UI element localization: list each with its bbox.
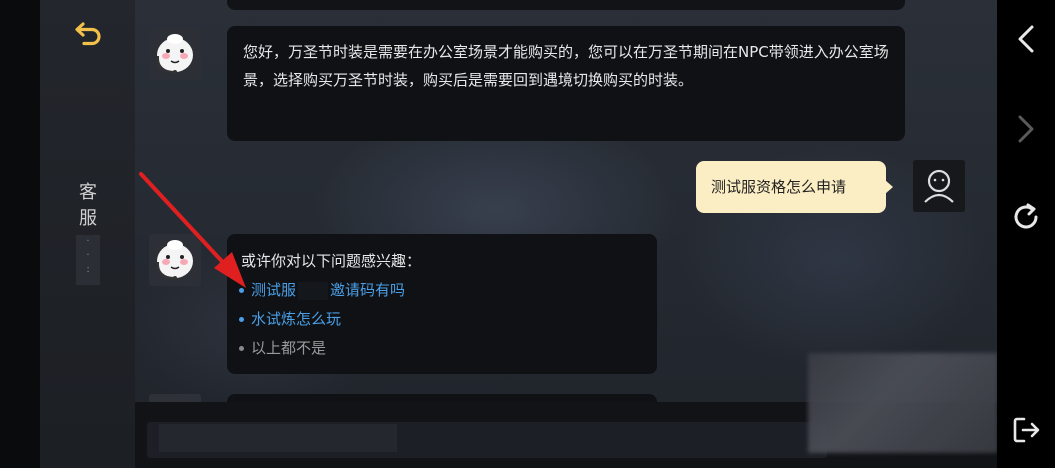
exit-button[interactable] bbox=[1009, 413, 1043, 447]
browser-nav-bar bbox=[997, 0, 1055, 468]
sidebar: 客服 · ·: bbox=[40, 0, 135, 468]
customer-service-label: 客服 bbox=[79, 182, 97, 229]
blurred-overlay bbox=[808, 353, 998, 453]
input-placeholder-block bbox=[159, 424, 397, 452]
suggestion-intro: 或许你对以下问题感兴趣： bbox=[241, 252, 422, 270]
return-arrow-icon bbox=[75, 22, 101, 46]
bullet-icon bbox=[239, 317, 244, 322]
back-button[interactable] bbox=[72, 18, 106, 50]
user-avatar bbox=[913, 160, 965, 212]
suggestion-none[interactable]: 以上都不是 bbox=[251, 334, 326, 363]
service-mascot-icon bbox=[149, 28, 201, 80]
nav-forward-button[interactable] bbox=[1009, 112, 1043, 146]
agent-avatar bbox=[149, 234, 201, 286]
suggestion-link-2[interactable]: 水试炼怎么玩 bbox=[251, 305, 341, 334]
user-message-text: 测试服资格怎么申请 bbox=[711, 178, 847, 196]
suggestion-item[interactable]: 以上都不是 bbox=[239, 334, 643, 363]
message-input[interactable] bbox=[147, 422, 827, 458]
redacted-patch bbox=[298, 281, 329, 300]
suggestion-item[interactable]: 测试服 邀请码有吗 bbox=[239, 276, 643, 305]
nav-back-button[interactable] bbox=[1009, 22, 1043, 56]
user-message-bubble: 测试服资格怎么申请 bbox=[696, 161, 893, 213]
chevron-left-icon bbox=[1018, 25, 1034, 53]
sidebar-indicator: · ·: bbox=[76, 235, 100, 285]
user-profile-icon bbox=[913, 160, 965, 212]
exit-icon bbox=[1013, 417, 1040, 443]
service-mascot-icon bbox=[149, 234, 201, 286]
refresh-icon bbox=[1014, 203, 1038, 229]
bullet-icon bbox=[239, 346, 244, 351]
refresh-button[interactable] bbox=[1009, 200, 1043, 234]
chevron-right-icon bbox=[1018, 115, 1034, 143]
agent-message-text: 您好，万圣节时装是需要在办公室场景才能购买的，您可以在万圣节期间在NPC带领进入… bbox=[243, 43, 889, 89]
bullet-icon bbox=[239, 288, 244, 293]
suggestion-link-1-suffix[interactable]: 邀请码有吗 bbox=[330, 276, 405, 305]
agent-avatar bbox=[149, 28, 201, 80]
previous-message-bubble bbox=[227, 0, 905, 10]
suggestion-link-1-prefix[interactable]: 测试服 bbox=[251, 276, 296, 305]
left-edge-strip bbox=[0, 0, 40, 468]
suggestion-item[interactable]: 水试炼怎么玩 bbox=[239, 305, 643, 334]
suggestion-bubble: 或许你对以下问题感兴趣： 测试服 邀请码有吗 水试炼怎么玩 以上都不是 bbox=[227, 234, 657, 374]
agent-message-bubble: 您好，万圣节时装是需要在办公室场景才能购买的，您可以在万圣节期间在NPC带领进入… bbox=[227, 26, 905, 141]
